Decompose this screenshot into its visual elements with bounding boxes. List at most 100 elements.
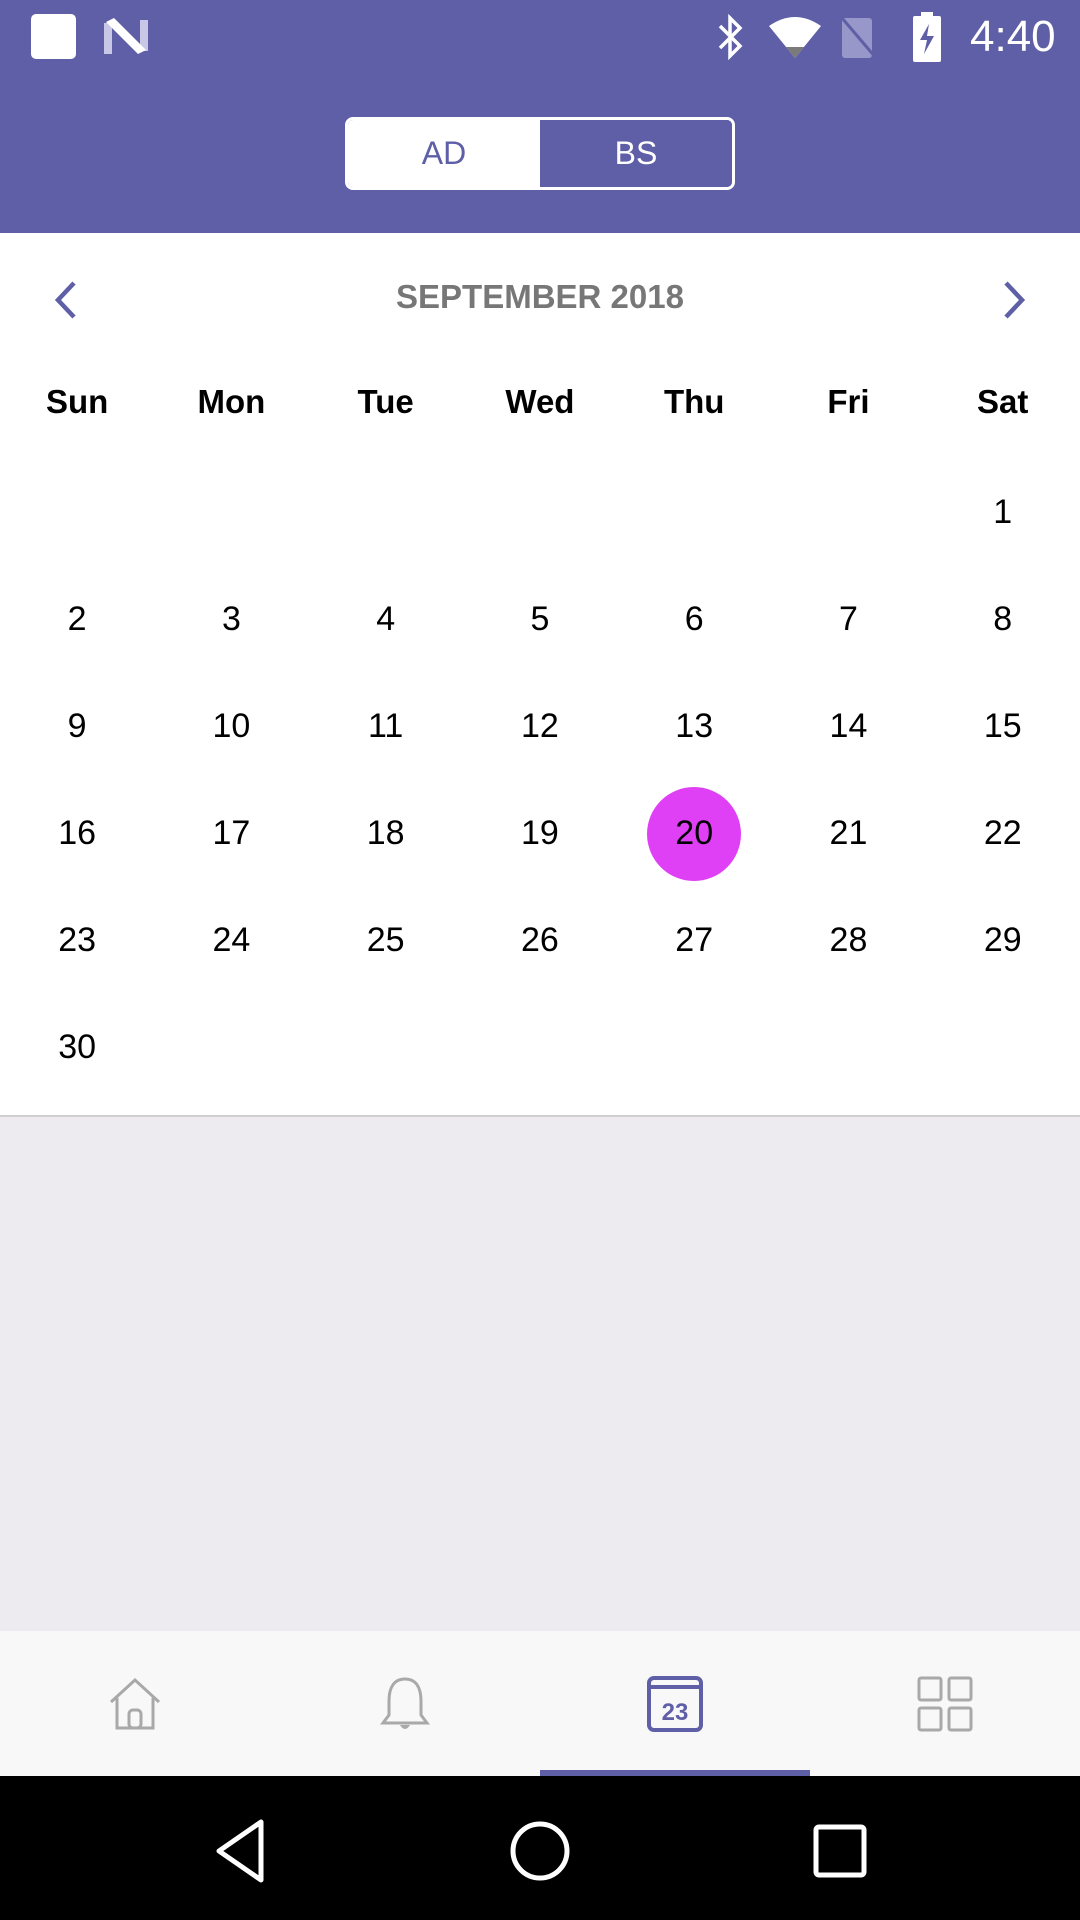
day-cell[interactable]: 11 — [309, 673, 463, 780]
day-number: 27 — [675, 921, 714, 959]
day-cell[interactable]: 5 — [463, 566, 617, 673]
week-row: 9 10 11 12 13 14 15 — [0, 673, 1080, 780]
day-number: 14 — [829, 707, 868, 745]
day-cell[interactable]: 14 — [771, 673, 925, 780]
empty-day-cell — [0, 459, 154, 566]
home-button[interactable] — [500, 1811, 580, 1891]
recents-icon — [813, 1824, 867, 1878]
week-row: 23 24 25 26 27 28 29 — [0, 887, 1080, 994]
system-navigation-bar — [0, 1776, 1080, 1920]
day-cell[interactable]: 12 — [463, 673, 617, 780]
day-number: 29 — [983, 921, 1022, 959]
day-number: 19 — [521, 814, 559, 852]
day-number: 15 — [983, 707, 1022, 745]
day-cell[interactable]: 17 — [154, 780, 308, 887]
day-cell[interactable]: 4 — [309, 566, 463, 673]
weekday-label: Tue — [357, 383, 414, 420]
day-cell[interactable]: 19 — [463, 780, 617, 887]
day-number: 25 — [366, 921, 405, 959]
day-number: 5 — [530, 600, 550, 638]
day-cell[interactable]: 8 — [926, 566, 1080, 673]
day-cell[interactable]: 26 — [463, 887, 617, 994]
day-number: 24 — [212, 921, 251, 959]
day-cell[interactable]: 24 — [154, 887, 308, 994]
day-cell[interactable]: 23 — [0, 887, 154, 994]
day-cell[interactable]: 10 — [154, 673, 308, 780]
weekday-label: Wed — [505, 383, 575, 420]
empty-day-cell — [309, 459, 463, 566]
month-title: SEPTEMBER 2018 — [396, 278, 684, 315]
day-cell[interactable]: 30 — [0, 994, 154, 1101]
day-cell[interactable]: 9 — [0, 673, 154, 780]
app-header: AD BS — [0, 75, 1080, 233]
day-number: 26 — [521, 921, 559, 959]
day-cell[interactable]: 3 — [154, 566, 308, 673]
day-cell[interactable]: 1 — [926, 459, 1080, 566]
toggle-bs[interactable]: BS — [540, 120, 732, 187]
day-cell[interactable]: 28 — [771, 887, 925, 994]
calendar-type-toggle[interactable]: AD BS — [345, 117, 735, 190]
day-cell[interactable]: 21 — [771, 780, 925, 887]
empty-day-cell — [617, 994, 771, 1101]
selected-day-cell[interactable]: 20 — [617, 780, 771, 887]
day-number: 9 — [67, 707, 87, 745]
day-number: 21 — [829, 814, 868, 852]
weekday-label: Mon — [197, 383, 266, 420]
empty-day-cell — [926, 994, 1080, 1101]
day-cell[interactable]: 29 — [926, 887, 1080, 994]
day-number: 2 — [67, 600, 87, 638]
week-row: 16 17 18 19 20 21 22 — [0, 780, 1080, 887]
empty-day-cell — [617, 459, 771, 566]
weekday-header: Sun Mon Tue Wed Thu Fri Sat — [0, 383, 1080, 421]
notification-square-icon — [31, 14, 76, 59]
calendar-view: SEPTEMBER 2018 Sun Mon Tue Wed Thu Fri S… — [0, 233, 1080, 1117]
weekday-label: Sat — [977, 383, 1029, 420]
back-button[interactable] — [201, 1811, 281, 1891]
chevron-right-icon[interactable] — [988, 275, 1038, 325]
day-cell[interactable]: 22 — [926, 780, 1080, 887]
no-sim-icon — [840, 17, 878, 59]
nav-more[interactable] — [810, 1631, 1080, 1776]
day-cell[interactable]: 25 — [309, 887, 463, 994]
day-cell[interactable]: 16 — [0, 780, 154, 887]
bluetooth-icon — [718, 14, 743, 60]
wifi-icon — [769, 17, 821, 58]
status-bar: 4:40 — [0, 0, 1080, 75]
day-number: 30 — [58, 1028, 97, 1066]
day-number: 13 — [675, 707, 714, 745]
battery-charging-icon — [913, 12, 941, 62]
empty-day-cell — [309, 994, 463, 1101]
day-cell[interactable]: 2 — [0, 566, 154, 673]
empty-day-cell — [463, 994, 617, 1101]
day-number: 20 — [675, 814, 714, 852]
day-number: 17 — [212, 814, 251, 852]
week-row: 30 — [0, 994, 1080, 1101]
day-number: 4 — [376, 600, 396, 638]
bottom-navigation: 23 — [0, 1631, 1080, 1776]
android-n-icon — [104, 18, 148, 54]
home-icon — [109, 1677, 161, 1729]
nav-calendar[interactable]: 23 — [540, 1631, 810, 1776]
content-area — [0, 1119, 1080, 1631]
toggle-ad[interactable]: AD — [348, 120, 540, 187]
day-cell[interactable]: 18 — [309, 780, 463, 887]
recents-button[interactable] — [800, 1811, 880, 1891]
nav-notifications[interactable] — [270, 1631, 540, 1776]
empty-day-cell — [154, 459, 308, 566]
day-number: 8 — [993, 600, 1013, 638]
nav-home[interactable] — [0, 1631, 270, 1776]
weekday-label: Thu — [663, 383, 725, 420]
clock-time: 4:40 — [970, 12, 1056, 61]
day-cell[interactable]: 27 — [617, 887, 771, 994]
day-cell[interactable]: 13 — [617, 673, 771, 780]
day-cell[interactable]: 6 — [617, 566, 771, 673]
day-grid: 1 2 3 4 5 6 7 8 9 10 11 12 13 14 15 16 17 18 19 20 21 22 23 24 2… — [0, 459, 1080, 1101]
day-number: 23 — [58, 921, 97, 959]
day-cell[interactable]: 15 — [926, 673, 1080, 780]
bell-icon — [380, 1676, 430, 1729]
weekday-label: Sun — [45, 383, 109, 420]
empty-day-cell — [463, 459, 617, 566]
day-number: 18 — [366, 814, 405, 852]
day-cell[interactable]: 7 — [771, 566, 925, 673]
week-row: 1 — [0, 459, 1080, 566]
